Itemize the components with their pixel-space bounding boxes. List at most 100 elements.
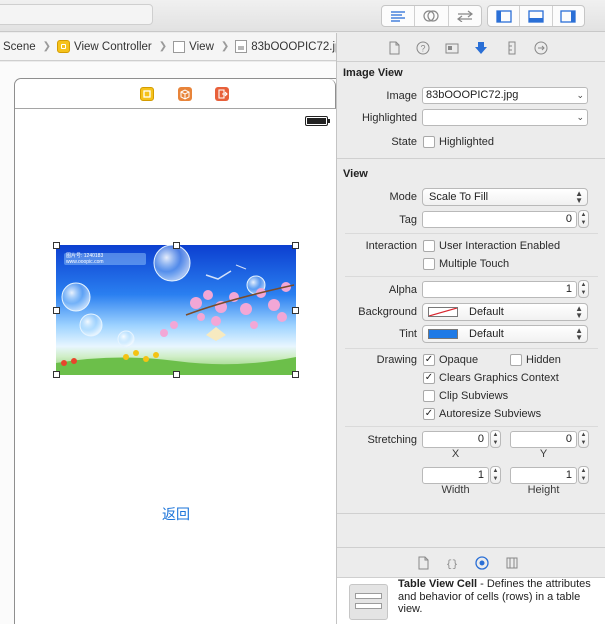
storyboard-canvas[interactable]: 图片号: 1240183 www.ooopic.com 返回 bbox=[0, 62, 336, 624]
alpha-field[interactable]: 1 bbox=[422, 281, 577, 298]
interaction-label: Interaction bbox=[365, 240, 417, 252]
highlighted-combo-field[interactable]: ⌄ bbox=[422, 109, 588, 126]
library-tabs: {} bbox=[337, 547, 605, 578]
multiple-touch-checkbox[interactable] bbox=[423, 258, 435, 270]
connections-inspector-icon[interactable] bbox=[534, 41, 548, 55]
chevron-right-icon: ❯ bbox=[42, 41, 51, 52]
stretch-y-caption: Y bbox=[539, 448, 548, 460]
tag-field[interactable]: 0 bbox=[422, 211, 577, 228]
stretch-width-field[interactable]: 1 bbox=[422, 467, 489, 484]
version-editor-icon[interactable] bbox=[449, 6, 481, 26]
file-inspector-icon[interactable] bbox=[387, 41, 401, 55]
navigator-toggle-icon[interactable] bbox=[488, 6, 521, 26]
chevron-down-icon[interactable]: ⌄ bbox=[576, 110, 584, 125]
stretch-width-stepper[interactable]: ▲ ▼ bbox=[490, 466, 501, 484]
library-item-text: Table View Cell - Defines the attributes… bbox=[398, 578, 598, 616]
chevron-down-icon[interactable]: ⌄ bbox=[576, 88, 584, 103]
resize-handle[interactable] bbox=[53, 371, 60, 378]
image-label: Image bbox=[386, 90, 417, 102]
size-inspector-icon[interactable] bbox=[505, 41, 519, 55]
alpha-label: Alpha bbox=[388, 284, 417, 296]
state-highlighted-checkbox[interactable] bbox=[423, 136, 435, 148]
window-toolbar bbox=[0, 0, 605, 32]
clip-subviews-label: Clip Subviews bbox=[439, 390, 509, 402]
standard-editor-icon[interactable] bbox=[382, 6, 416, 26]
svg-text:?: ? bbox=[420, 44, 425, 54]
mode-label: Mode bbox=[389, 191, 417, 203]
jumpbar-item-scene[interactable]: Scene bbox=[0, 41, 36, 53]
identity-inspector-icon[interactable] bbox=[445, 41, 459, 55]
utilities-toggle-icon[interactable] bbox=[553, 6, 584, 26]
battery-icon bbox=[305, 116, 330, 126]
group-divider bbox=[345, 426, 598, 427]
stretch-y-field[interactable]: 0 bbox=[510, 431, 577, 448]
view-icon bbox=[173, 40, 186, 53]
mode-popup[interactable]: Scale To Fill ▲ ▼ bbox=[422, 188, 588, 206]
clip-subviews-checkbox[interactable] bbox=[423, 390, 435, 402]
back-button[interactable]: 返回 bbox=[161, 504, 191, 524]
resize-handle[interactable] bbox=[173, 371, 180, 378]
code-snippet-icon[interactable]: {} bbox=[445, 556, 459, 570]
attributes-inspector: ? Image View Image 83bOOOPIC72.jpg ⌄ Hig… bbox=[336, 33, 605, 624]
first-responder-icon[interactable] bbox=[178, 87, 192, 101]
jumpbar-item-view[interactable]: View bbox=[170, 40, 214, 53]
view-controller-icon[interactable] bbox=[140, 87, 154, 101]
chevron-right-icon: ❯ bbox=[158, 41, 168, 52]
stretch-x-field[interactable]: 0 bbox=[422, 431, 489, 448]
object-library-icon[interactable] bbox=[475, 556, 489, 570]
stretch-height-field[interactable]: 1 bbox=[510, 467, 577, 484]
activity-field bbox=[0, 4, 153, 25]
opaque-label: Opaque bbox=[439, 354, 479, 366]
stretch-x-stepper[interactable]: ▲ ▼ bbox=[490, 430, 501, 448]
file-template-icon[interactable] bbox=[416, 556, 430, 570]
user-interaction-checkbox[interactable] bbox=[423, 240, 435, 252]
jumpbar-item-image[interactable]: 83bOOOPIC72.jpg bbox=[232, 40, 336, 53]
debug-area-toggle-icon[interactable] bbox=[520, 6, 553, 26]
tint-value: Default bbox=[469, 328, 504, 340]
stretch-height-stepper[interactable]: ▲ ▼ bbox=[578, 466, 589, 484]
resize-handle[interactable] bbox=[53, 242, 60, 249]
stretch-height-caption: Height bbox=[527, 484, 560, 496]
user-interaction-label: User Interaction Enabled bbox=[439, 240, 561, 252]
section-title-image-view: Image View bbox=[343, 67, 403, 79]
section-divider bbox=[337, 158, 605, 159]
image-combo-field[interactable]: 83bOOOPIC72.jpg ⌄ bbox=[422, 87, 588, 104]
hidden-checkbox[interactable] bbox=[510, 354, 522, 366]
attributes-inspector-icon[interactable] bbox=[474, 41, 488, 55]
image-file-icon bbox=[235, 40, 248, 53]
resize-handle[interactable] bbox=[173, 242, 180, 249]
resize-handle[interactable] bbox=[292, 371, 299, 378]
jump-bar: Scene ❯ View Controller ❯ View ❯ 83bOOOP… bbox=[0, 33, 336, 61]
help-icon[interactable]: ? bbox=[416, 41, 430, 55]
background-swatch bbox=[428, 307, 458, 317]
table-view-cell-icon bbox=[349, 584, 388, 620]
inspector-tabs: ? bbox=[337, 33, 605, 62]
up-down-arrows-icon: ▲ ▼ bbox=[575, 304, 583, 320]
jumpbar-item-view-controller[interactable]: View Controller bbox=[54, 40, 152, 53]
alpha-stepper[interactable]: ▲ ▼ bbox=[578, 280, 589, 298]
group-divider bbox=[345, 233, 598, 234]
resize-handle[interactable] bbox=[292, 307, 299, 314]
up-down-arrows-icon: ▲ ▼ bbox=[575, 326, 583, 342]
stretching-label: Stretching bbox=[367, 434, 417, 446]
tint-popup[interactable]: Default ▲ ▼ bbox=[422, 325, 588, 343]
clears-graphics-checkbox[interactable]: ✓ bbox=[423, 372, 435, 384]
drawing-label: Drawing bbox=[376, 354, 417, 366]
autoresize-subviews-checkbox[interactable]: ✓ bbox=[423, 408, 435, 420]
opaque-checkbox[interactable]: ✓ bbox=[423, 354, 435, 366]
view-controller-scene[interactable]: 图片号: 1240183 www.ooopic.com 返回 bbox=[14, 78, 336, 624]
background-popup[interactable]: Default ▲ ▼ bbox=[422, 303, 588, 321]
image-view[interactable]: 图片号: 1240183 www.ooopic.com bbox=[56, 245, 296, 375]
media-library-icon[interactable] bbox=[505, 556, 519, 570]
group-divider bbox=[345, 276, 598, 277]
library-item-table-view-cell[interactable]: Table View Cell - Defines the attributes… bbox=[337, 578, 605, 624]
svg-text:{}: {} bbox=[446, 559, 458, 570]
stretch-y-stepper[interactable]: ▲ ▼ bbox=[578, 430, 589, 448]
tag-label: Tag bbox=[399, 214, 417, 226]
scene-dock bbox=[15, 79, 336, 109]
exit-icon[interactable] bbox=[215, 87, 229, 101]
resize-handle[interactable] bbox=[292, 242, 299, 249]
resize-handle[interactable] bbox=[53, 307, 60, 314]
tag-stepper[interactable]: ▲ ▼ bbox=[578, 210, 589, 228]
assistant-editor-icon[interactable] bbox=[415, 6, 449, 26]
